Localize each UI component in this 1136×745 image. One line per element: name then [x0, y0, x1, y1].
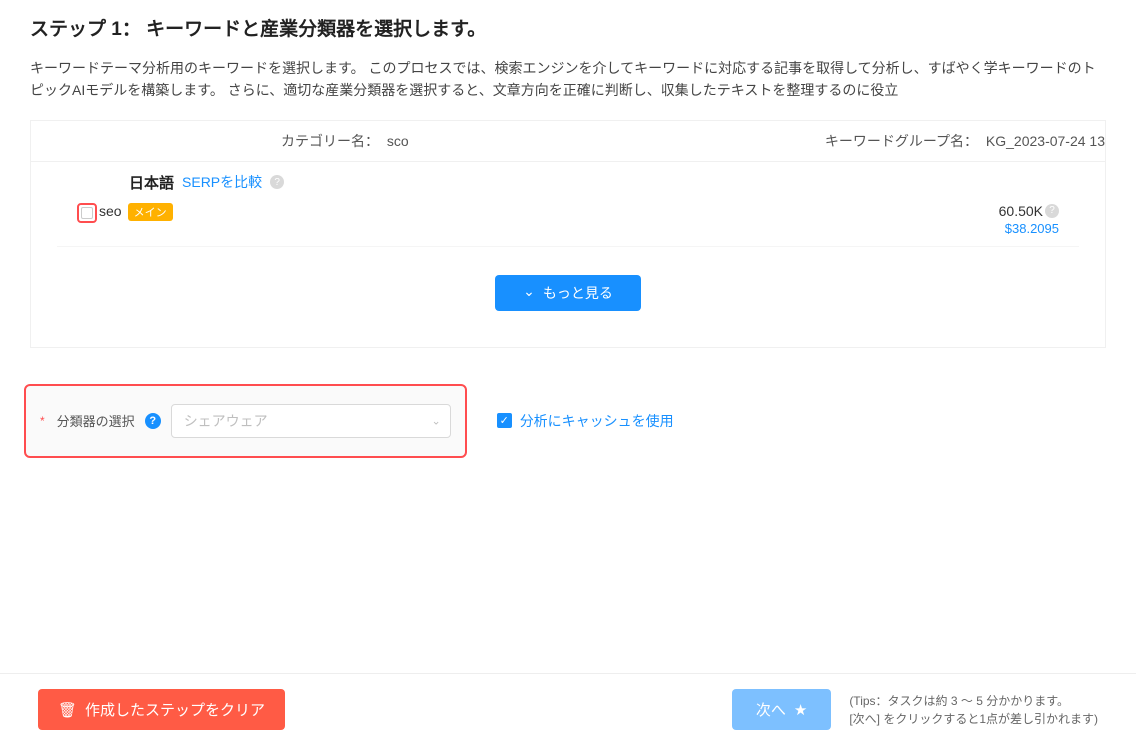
see-more-button[interactable]: ⌄ もっと見る	[495, 275, 641, 311]
check-icon: ✓	[500, 414, 509, 427]
keyword-checkbox[interactable]	[81, 207, 93, 219]
see-more-label: もっと見る	[543, 283, 613, 303]
help-icon[interactable]: ?	[270, 175, 284, 189]
keyword-card: カテゴリー名： sco キーワードグループ名： KG_2023-07-24 13…	[30, 120, 1106, 348]
tips-text: (Tips：タスクは約 3 ～ 5 分かかります。 [次へ] をクリックすると1…	[849, 692, 1098, 728]
chevron-down-icon: ⌄	[523, 283, 535, 300]
help-icon[interactable]: ?	[145, 413, 161, 429]
classifier-placeholder: シェアウェア	[184, 411, 268, 431]
keyword-checkbox-highlight	[77, 203, 97, 223]
step-title: ステップ 1： キーワードと産業分類器を選択します。	[30, 14, 1106, 41]
card-header: カテゴリー名： sco キーワードグループ名： KG_2023-07-24 13	[31, 121, 1105, 162]
help-icon[interactable]: ?	[1045, 204, 1059, 218]
cache-checkbox[interactable]: ✓	[497, 413, 512, 428]
clear-steps-button[interactable]: 🗑 作成したステップをクリア	[38, 689, 285, 730]
classifier-label: 分類器の選択	[57, 411, 135, 430]
tips-line-2: [次へ] をクリックすると1点が差し引かれます)	[849, 710, 1098, 728]
category-value: sco	[387, 133, 409, 149]
keyword-row: seo メイン 60.50K ? $38.2095	[57, 199, 1079, 247]
keyword-group-label: キーワードグループ名：	[825, 133, 978, 149]
category-label: カテゴリー名：	[281, 133, 379, 149]
footer-bar: 🗑 作成したステップをクリア 次へ ★ (Tips：タスクは約 3 ～ 5 分か…	[0, 673, 1136, 745]
keyword-name: seo	[99, 203, 122, 219]
classifier-select[interactable]: シェアウェア	[171, 404, 451, 438]
keyword-cpc: $38.2095	[999, 221, 1059, 236]
keyword-main-badge: メイン	[128, 203, 173, 221]
required-star-icon: *	[40, 414, 45, 428]
step-description: キーワードテーマ分析用のキーワードを選択します。 このプロセスでは、検索エンジン…	[30, 57, 1106, 102]
tips-line-1: (Tips：タスクは約 3 ～ 5 分かかります。	[849, 692, 1098, 710]
compare-serp-link[interactable]: SERPを比較	[182, 172, 262, 192]
keyword-group-value: KG_2023-07-24 13	[986, 133, 1105, 149]
trash-icon: 🗑	[58, 701, 77, 719]
cache-label[interactable]: 分析にキャッシュを使用	[520, 411, 674, 431]
next-label: 次へ	[756, 699, 786, 720]
next-button[interactable]: 次へ ★	[732, 689, 831, 730]
language-name: 日本語	[129, 172, 174, 193]
clear-steps-label: 作成したステップをクリア	[85, 699, 265, 720]
star-icon: ★	[794, 701, 807, 719]
language-row: 日本語 SERPを比較 ?	[31, 162, 1105, 199]
classifier-select-group: * 分類器の選択 ? シェアウェア ⌄	[24, 384, 467, 458]
keyword-volume: 60.50K	[999, 203, 1043, 219]
